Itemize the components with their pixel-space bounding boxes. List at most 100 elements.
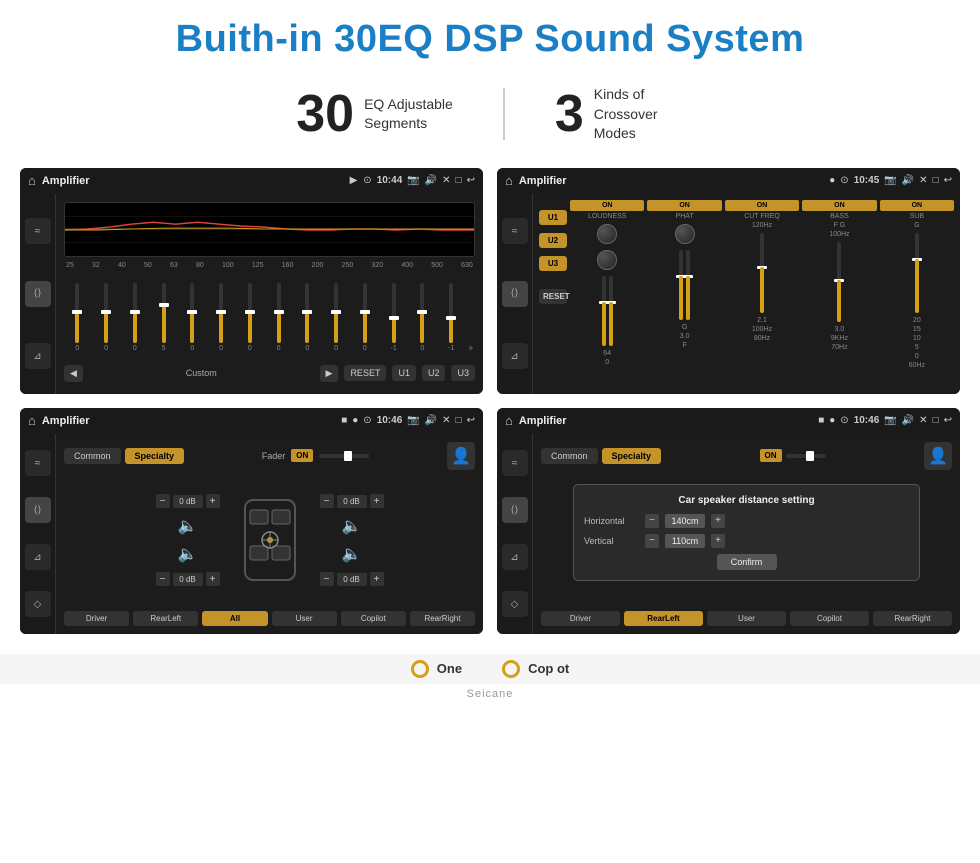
eq-slider-3[interactable]: 5 [150,283,177,352]
loudness-on-btn[interactable]: ON [570,200,644,211]
right-rear-plus[interactable]: + [370,572,384,586]
copilot-btn[interactable]: Copilot [341,611,406,626]
left-front-db: − 0 dB + [156,494,220,508]
rearleft-btn[interactable]: RearLeft [133,611,198,626]
fader-row: Fader ON [262,449,370,462]
driver-btn[interactable]: Driver [64,611,129,626]
phat-knob[interactable] [675,224,695,244]
eq-slider-0[interactable]: 0 [64,283,91,352]
sidebar-btn-tune3[interactable]: ≈ [25,450,51,476]
person-icon-4[interactable]: 👤 [924,442,952,470]
dialog-confirm-btn[interactable]: Confirm [717,554,777,570]
all-btn[interactable]: All [202,611,267,626]
eq-slider-10[interactable]: 0 [352,283,379,352]
loudness-slider2[interactable] [609,276,613,346]
copilot-btn-4[interactable]: Copilot [790,611,869,626]
left-rear-plus[interactable]: + [206,572,220,586]
eq-slider-4[interactable]: 0 [179,283,206,352]
camera-icon-3: 📷 [407,415,419,426]
u2-btn[interactable]: U2 [422,365,446,381]
sidebar-btn-vol2[interactable]: ⊿ [502,343,528,369]
eq-slider-12[interactable]: 0 [409,283,436,352]
sidebar-btn-eq2[interactable]: ⟨⟩ [502,281,528,307]
tab-common-4[interactable]: Common [541,448,598,464]
sidebar-btn-spk4[interactable]: ◇ [502,591,528,617]
eq-slider-9[interactable]: 0 [323,283,350,352]
sidebar-btn-spk[interactable]: ◇ [25,591,51,617]
sidebar-btn-tune4[interactable]: ≈ [502,450,528,476]
right-rear-minus[interactable]: − [320,572,334,586]
eq-slider-11[interactable]: -1 [380,283,407,352]
eq-slider-2[interactable]: 0 [122,283,149,352]
tab-specialty[interactable]: Specialty [125,448,185,464]
reset-channel-btn[interactable]: RESET [539,289,567,304]
rearright-btn-4[interactable]: RearRight [873,611,952,626]
person-icon[interactable]: 👤 [447,442,475,470]
sub-slider[interactable] [915,233,919,313]
sidebar-btn-vol[interactable]: ⊿ [25,343,51,369]
reset-btn[interactable]: RESET [344,365,386,381]
eq-slider-6[interactable]: 0 [237,283,264,352]
sub-on-btn[interactable]: ON [880,200,954,211]
fader-on-btn[interactable]: ON [291,449,313,462]
right-front-plus[interactable]: + [370,494,384,508]
home-icon-2[interactable]: ⌂ [505,173,513,188]
u1-btn[interactable]: U1 [392,365,416,381]
cutfreq-on-btn[interactable]: ON [725,200,799,211]
rearright-btn[interactable]: RearRight [410,611,475,626]
user-btn[interactable]: User [272,611,337,626]
u1-channel-btn[interactable]: U1 [539,210,567,225]
cutfreq-slider[interactable] [760,233,764,313]
driver-btn-4[interactable]: Driver [541,611,620,626]
phat-slider1[interactable] [679,250,683,320]
eq-slider-13[interactable]: -1 [438,283,465,352]
home-icon[interactable]: ⌂ [28,173,36,188]
loudness-knob2[interactable] [597,250,617,270]
u3-channel-btn[interactable]: U3 [539,256,567,271]
sidebar-btn-tune[interactable]: ≈ [25,218,51,244]
eq-slider-1[interactable]: 0 [93,283,120,352]
left-front-plus[interactable]: + [206,494,220,508]
nav-arrows[interactable]: » [467,344,475,352]
fader-on-4[interactable]: ON [760,449,782,462]
tab-specialty-4[interactable]: Specialty [602,448,662,464]
sidebar-btn-eq4[interactable]: ⟨⟩ [502,497,528,523]
phat-slider2[interactable] [686,250,690,320]
bass-fg: F G [834,222,846,229]
sidebar-btn-vol3[interactable]: ⊿ [25,544,51,570]
window-icon-2: □ [933,175,939,186]
u2-channel-btn[interactable]: U2 [539,233,567,248]
home-icon-4[interactable]: ⌂ [505,413,513,428]
dialog-vertical-plus[interactable]: + [711,534,725,548]
eq-slider-5[interactable]: 0 [208,283,235,352]
user-btn-4[interactable]: User [707,611,786,626]
sidebar-btn-eq3[interactable]: ⟨⟩ [25,497,51,523]
dialog-vertical-minus[interactable]: − [645,534,659,548]
prev-btn[interactable]: ◀ [64,365,83,382]
eq-slider-7[interactable]: 0 [265,283,292,352]
loudness-knob[interactable] [597,224,617,244]
sidebar-btn-tune2[interactable]: ≈ [502,218,528,244]
stat-eq-number: 30 [296,88,354,140]
fader-track[interactable] [319,454,369,458]
bass-on-btn[interactable]: ON [802,200,876,211]
loudness-slider1[interactable] [602,276,606,346]
rearleft-btn-4[interactable]: RearLeft [624,611,703,626]
left-rear-minus[interactable]: − [156,572,170,586]
speaker-layout-area: − 0 dB + 🔈 🔈 − 0 dB + [64,476,475,605]
dialog-horizontal-plus[interactable]: + [711,514,725,528]
sidebar-btn-vol4[interactable]: ⊿ [502,544,528,570]
fader-track-4[interactable] [786,454,826,458]
u3-btn[interactable]: U3 [451,365,475,381]
tab-common[interactable]: Common [64,448,121,464]
next-btn[interactable]: ▶ [320,365,339,382]
eq-slider-8[interactable]: 0 [294,283,321,352]
bass-slider[interactable] [837,242,841,322]
home-icon-3[interactable]: ⌂ [28,413,36,428]
dialog-horizontal-minus[interactable]: − [645,514,659,528]
phat-on-btn[interactable]: ON [647,200,721,211]
sidebar-btn-eq[interactable]: ⟨⟩ [25,281,51,307]
bottom-text-one: One [437,661,462,676]
right-front-minus[interactable]: − [320,494,334,508]
left-front-minus[interactable]: − [156,494,170,508]
